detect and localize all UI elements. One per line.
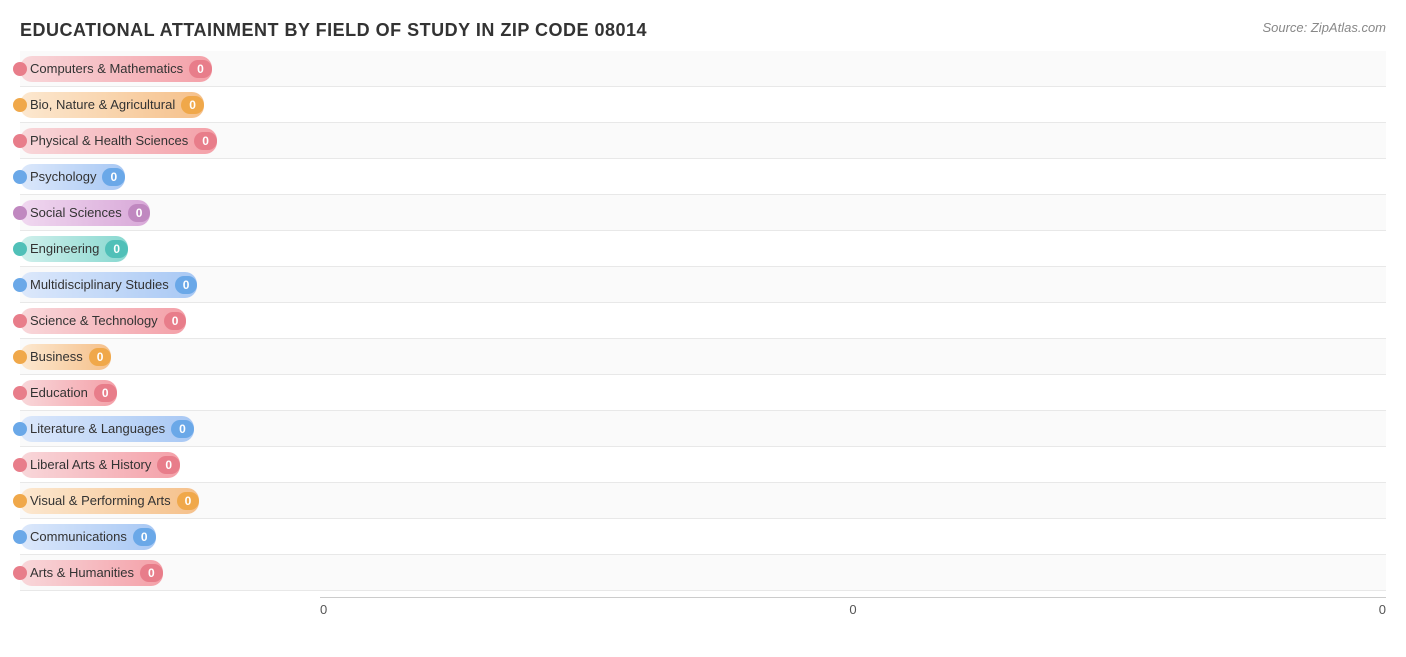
label-area: Computers & Mathematics 0 <box>20 56 320 82</box>
bar-pill: Arts & Humanities 0 <box>20 560 163 586</box>
bar-label: Arts & Humanities <box>30 565 134 580</box>
label-area: Bio, Nature & Agricultural 0 <box>20 92 320 118</box>
label-area: Multidisciplinary Studies 0 <box>20 272 320 298</box>
dot-icon <box>13 98 27 112</box>
value-badge: 0 <box>140 564 163 582</box>
dot-icon <box>13 566 27 580</box>
label-area: Engineering 0 <box>20 236 320 262</box>
label-area: Psychology 0 <box>20 164 320 190</box>
label-area: Social Sciences 0 <box>20 200 320 226</box>
bar-pill: Education 0 <box>20 380 117 406</box>
bar-row: Bio, Nature & Agricultural 0 <box>20 87 1386 123</box>
bar-pill: Liberal Arts & History 0 <box>20 452 180 478</box>
value-badge: 0 <box>94 384 117 402</box>
label-area: Arts & Humanities 0 <box>20 560 320 586</box>
x-axis-label-2: 0 <box>1031 602 1386 617</box>
value-badge: 0 <box>181 96 204 114</box>
bar-label: Computers & Mathematics <box>30 61 183 76</box>
bar-pill: Science & Technology 0 <box>20 308 186 334</box>
bar-label: Bio, Nature & Agricultural <box>30 97 175 112</box>
value-badge: 0 <box>164 312 187 330</box>
bar-label: Psychology <box>30 169 96 184</box>
value-badge: 0 <box>102 168 125 186</box>
bar-row: Physical & Health Sciences 0 <box>20 123 1386 159</box>
bar-label: Engineering <box>30 241 99 256</box>
bar-label: Communications <box>30 529 127 544</box>
value-badge: 0 <box>105 240 128 258</box>
dot-icon <box>13 422 27 436</box>
bar-pill: Business 0 <box>20 344 111 370</box>
label-area: Science & Technology 0 <box>20 308 320 334</box>
bar-row: Communications 0 <box>20 519 1386 555</box>
bar-row: Education 0 <box>20 375 1386 411</box>
bar-pill: Psychology 0 <box>20 164 125 190</box>
dot-icon <box>13 494 27 508</box>
x-axis-label-0: 0 <box>320 602 675 617</box>
label-area: Communications 0 <box>20 524 320 550</box>
bar-row: Literature & Languages 0 <box>20 411 1386 447</box>
label-area: Literature & Languages 0 <box>20 416 320 442</box>
value-badge: 0 <box>194 132 217 150</box>
bar-row: Social Sciences 0 <box>20 195 1386 231</box>
label-area: Physical & Health Sciences 0 <box>20 128 320 154</box>
bar-pill: Computers & Mathematics 0 <box>20 56 212 82</box>
dot-icon <box>13 170 27 184</box>
label-area: Visual & Performing Arts 0 <box>20 488 320 514</box>
dot-icon <box>13 530 27 544</box>
dot-icon <box>13 278 27 292</box>
value-badge: 0 <box>189 60 212 78</box>
bar-pill: Visual & Performing Arts 0 <box>20 488 199 514</box>
bar-pill: Literature & Languages 0 <box>20 416 194 442</box>
label-area: Education 0 <box>20 380 320 406</box>
bar-label: Business <box>30 349 83 364</box>
dot-icon <box>13 386 27 400</box>
dot-icon <box>13 134 27 148</box>
bar-label: Multidisciplinary Studies <box>30 277 169 292</box>
value-badge: 0 <box>128 204 151 222</box>
x-axis-label-1: 0 <box>675 602 1030 617</box>
bar-row: Business 0 <box>20 339 1386 375</box>
value-badge: 0 <box>157 456 180 474</box>
dot-icon <box>13 62 27 76</box>
label-area: Business 0 <box>20 344 320 370</box>
value-badge: 0 <box>89 348 112 366</box>
bar-label: Social Sciences <box>30 205 122 220</box>
bar-label: Physical & Health Sciences <box>30 133 188 148</box>
label-area: Liberal Arts & History 0 <box>20 452 320 478</box>
bar-pill: Social Sciences 0 <box>20 200 150 226</box>
bar-label: Science & Technology <box>30 313 158 328</box>
bar-pill: Multidisciplinary Studies 0 <box>20 272 197 298</box>
chart-area: Computers & Mathematics 0 Bio, Nature & … <box>20 51 1386 591</box>
bar-row: Multidisciplinary Studies 0 <box>20 267 1386 303</box>
bar-pill: Physical & Health Sciences 0 <box>20 128 217 154</box>
bar-pill: Bio, Nature & Agricultural 0 <box>20 92 204 118</box>
value-badge: 0 <box>133 528 156 546</box>
bar-pill: Engineering 0 <box>20 236 128 262</box>
x-axis: 0 0 0 <box>320 597 1386 617</box>
bar-label: Education <box>30 385 88 400</box>
bar-label: Visual & Performing Arts <box>30 493 171 508</box>
bar-pill: Communications 0 <box>20 524 156 550</box>
dot-icon <box>13 458 27 472</box>
bar-row: Psychology 0 <box>20 159 1386 195</box>
bar-row: Engineering 0 <box>20 231 1386 267</box>
value-badge: 0 <box>177 492 200 510</box>
bar-row: Visual & Performing Arts 0 <box>20 483 1386 519</box>
dot-icon <box>13 314 27 328</box>
bar-row: Computers & Mathematics 0 <box>20 51 1386 87</box>
chart-title: EDUCATIONAL ATTAINMENT BY FIELD OF STUDY… <box>20 20 1386 41</box>
chart-source: Source: ZipAtlas.com <box>1262 20 1386 35</box>
chart-container: EDUCATIONAL ATTAINMENT BY FIELD OF STUDY… <box>0 0 1406 657</box>
dot-icon <box>13 242 27 256</box>
dot-icon <box>13 206 27 220</box>
bar-row: Arts & Humanities 0 <box>20 555 1386 591</box>
bar-label: Liberal Arts & History <box>30 457 151 472</box>
bar-row: Liberal Arts & History 0 <box>20 447 1386 483</box>
value-badge: 0 <box>171 420 194 438</box>
bar-label: Literature & Languages <box>30 421 165 436</box>
dot-icon <box>13 350 27 364</box>
bar-row: Science & Technology 0 <box>20 303 1386 339</box>
value-badge: 0 <box>175 276 198 294</box>
